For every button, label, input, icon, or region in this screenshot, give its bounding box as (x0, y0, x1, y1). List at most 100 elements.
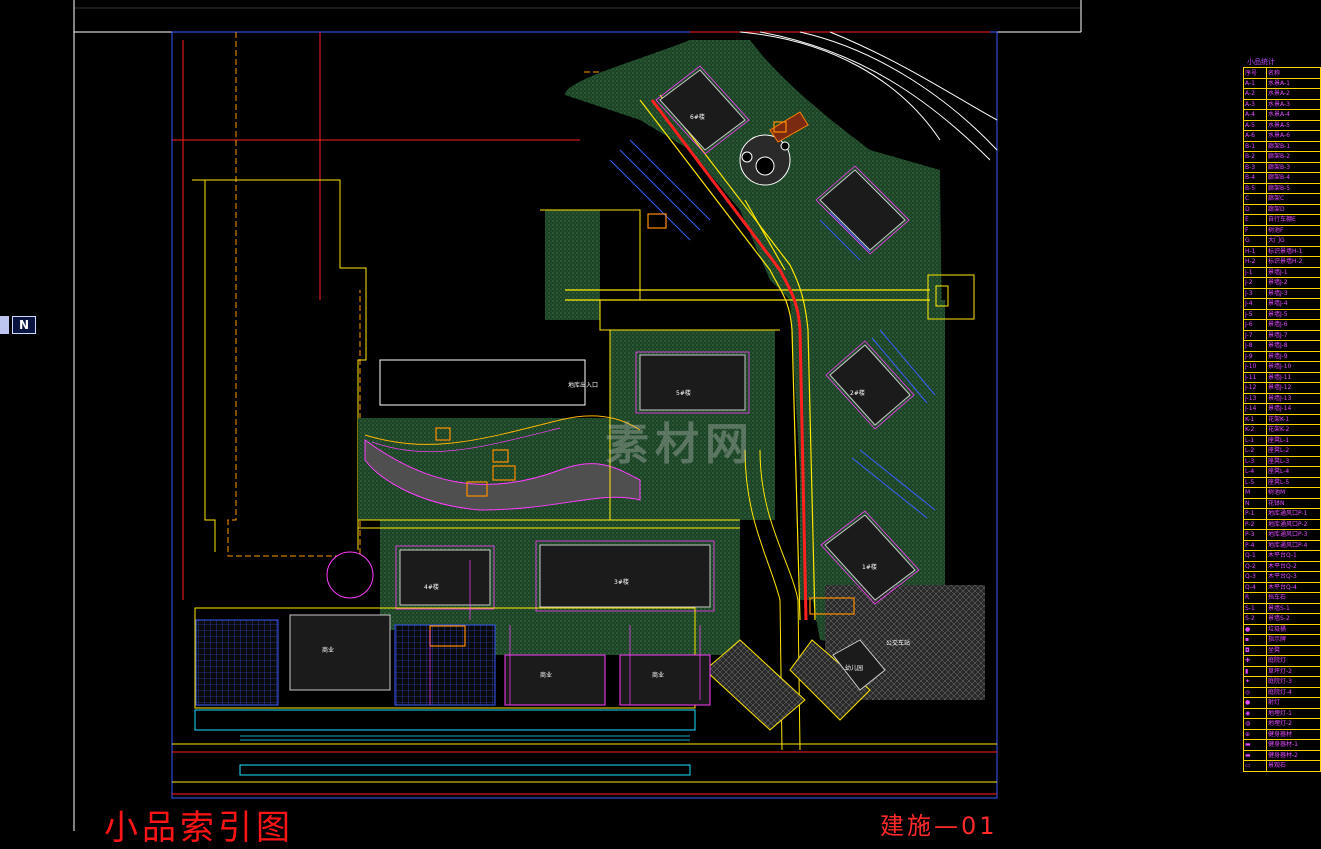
label-building-3: 3#楼 (614, 579, 629, 586)
legend-row: P-3 地库通风口P-3 (1243, 529, 1321, 541)
legend-code: B-1 (1243, 140, 1267, 152)
legend-item-name: 水景A-3 (1266, 98, 1321, 110)
legend-row: ▭ 景观石 (1243, 760, 1321, 772)
existing-building (379, 359, 586, 406)
legend-code: ✦ (1243, 676, 1267, 688)
legend-item-name: 景墙J-3 (1266, 287, 1321, 299)
legend-code: L-2 (1243, 445, 1267, 457)
legend-code: J-9 (1243, 350, 1267, 362)
legend-row: A-6 水景A-6 (1243, 130, 1321, 142)
legend-code: F (1243, 224, 1267, 236)
legend-item-name: 地库通风口P-4 (1266, 539, 1321, 551)
legend-code: S-1 (1243, 602, 1267, 614)
legend-item-name: 水景A-5 (1266, 119, 1321, 131)
legend-code: S-2 (1243, 613, 1267, 625)
legend-row: D 廊架D (1243, 203, 1321, 215)
left-building-outline (192, 179, 367, 552)
legend-row: G 大门G (1243, 235, 1321, 247)
legend-code: R (1243, 592, 1267, 604)
legend-item-name: 健身器材-1 (1266, 739, 1321, 751)
navigation-side-tab[interactable] (0, 316, 9, 334)
legend-code: H-1 (1243, 245, 1267, 257)
legend-item-name: 射灯 (1266, 697, 1321, 709)
legend-item-name: 廊架B-1 (1266, 140, 1321, 152)
legend-item-name: 地埋灯-2 (1266, 718, 1321, 730)
legend-row: Q-4 木平台Q-4 (1243, 581, 1321, 593)
legend-item-name: 座凳L-4 (1266, 466, 1321, 478)
legend-row: Q-2 木平台Q-2 (1243, 560, 1321, 572)
legend-header-code: 序号 (1243, 67, 1267, 79)
legend-code: ✚ (1243, 655, 1267, 667)
legend-code: A-1 (1243, 77, 1267, 89)
legend-row: ⊕ 健身器材 (1243, 728, 1321, 740)
legend-row: ✦ 庭院灯-3 (1243, 676, 1321, 688)
legend-row: A-4 水景A-4 (1243, 109, 1321, 121)
legend-code: D (1243, 203, 1267, 215)
legend-code: Q-4 (1243, 581, 1267, 593)
legend-row: L-1 座凳L-1 (1243, 434, 1321, 446)
legend-row: J-14 景墙J-14 (1243, 403, 1321, 415)
legend-row: J-13 景墙J-13 (1243, 392, 1321, 404)
legend-code: B-3 (1243, 161, 1267, 173)
legend-item-name: 标识景墙H-1 (1266, 245, 1321, 257)
legend-code: H-2 (1243, 256, 1267, 268)
legend-item-name: 木平台Q-1 (1266, 550, 1321, 562)
north-arrow-icon[interactable]: N (12, 316, 36, 334)
legend-item-name: 地库通风口P-3 (1266, 529, 1321, 541)
legend-item-name: 景墙J-12 (1266, 382, 1321, 394)
legend-row: L-4 座凳L-4 (1243, 466, 1321, 478)
legend-row: A-5 水景A-5 (1243, 119, 1321, 131)
legend-code: B-5 (1243, 182, 1267, 194)
legend-row: ▬ 健身器材-1 (1243, 739, 1321, 751)
legend-code: P-2 (1243, 518, 1267, 530)
legend-item-name: 木平台Q-4 (1266, 581, 1321, 593)
legend-item-name: 树池M (1266, 487, 1321, 499)
legend-row: E 自行车棚E (1243, 214, 1321, 226)
legend-row: B-3 廊架B-3 (1243, 161, 1321, 173)
legend-row: K-2 花架K-2 (1243, 424, 1321, 436)
legend-item-name: 景墙J-14 (1266, 403, 1321, 415)
legend-item-name: 廊架B-3 (1266, 161, 1321, 173)
legend-code: ◉ (1243, 707, 1267, 719)
legend-row: J-5 景墙J-5 (1243, 308, 1321, 320)
legend-item-name: 垃圾桶 (1266, 623, 1321, 635)
legend-row: P-1 地库通风口P-1 (1243, 508, 1321, 520)
legend-row: B-4 廊架B-4 (1243, 172, 1321, 184)
legend-item-name: 景墙J-1 (1266, 266, 1321, 278)
legend-row: J-11 景墙J-11 (1243, 371, 1321, 383)
legend-item-name: 水景A-2 (1266, 88, 1321, 100)
label-commercial-a: 商业 (322, 647, 335, 654)
legend-item-name: 景墙J-4 (1266, 298, 1321, 310)
legend-code: J-1 (1243, 266, 1267, 278)
legend-item-name: 木平台Q-3 (1266, 571, 1321, 583)
legend-item-name: 自行车棚E (1266, 214, 1321, 226)
legend-code: J-6 (1243, 319, 1267, 331)
legend-row: P-2 地库通风口P-2 (1243, 518, 1321, 530)
legend-code: ◍ (1243, 718, 1267, 730)
legend-item-name: 座凳L-5 (1266, 476, 1321, 488)
legend-item-name: 景墙J-13 (1266, 392, 1321, 404)
legend-row: A-1 水景A-1 (1243, 77, 1321, 89)
legend-row: Q-1 木平台Q-1 (1243, 550, 1321, 562)
legend-code: G (1243, 235, 1267, 247)
legend-code: P-1 (1243, 508, 1267, 520)
legend-item-name: 水景A-4 (1266, 109, 1321, 121)
legend-code: J-8 (1243, 340, 1267, 352)
legend-row: ◍ 地埋灯-2 (1243, 718, 1321, 730)
legend-row: M 树池M (1243, 487, 1321, 499)
legend-item-name: 景墙S-2 (1266, 613, 1321, 625)
legend-code: P-3 (1243, 529, 1267, 541)
legend-row: J-10 景墙J-10 (1243, 361, 1321, 373)
drawing-title: 小品索引图 (104, 808, 294, 848)
legend-item-name: 廊架C (1266, 193, 1321, 205)
legend-code: C (1243, 193, 1267, 205)
legend-code: ▭ (1243, 760, 1267, 772)
legend-code: Q-1 (1243, 550, 1267, 562)
legend-item-name: 座凳L-1 (1266, 434, 1321, 446)
legend-code: J-2 (1243, 277, 1267, 289)
legend-row: A-3 水景A-3 (1243, 98, 1321, 110)
legend-code: J-12 (1243, 382, 1267, 394)
legend-title: 小品统计 (1247, 58, 1275, 66)
legend-code: K-1 (1243, 413, 1267, 425)
legend-item-name: 草坪灯-2 (1266, 665, 1321, 677)
